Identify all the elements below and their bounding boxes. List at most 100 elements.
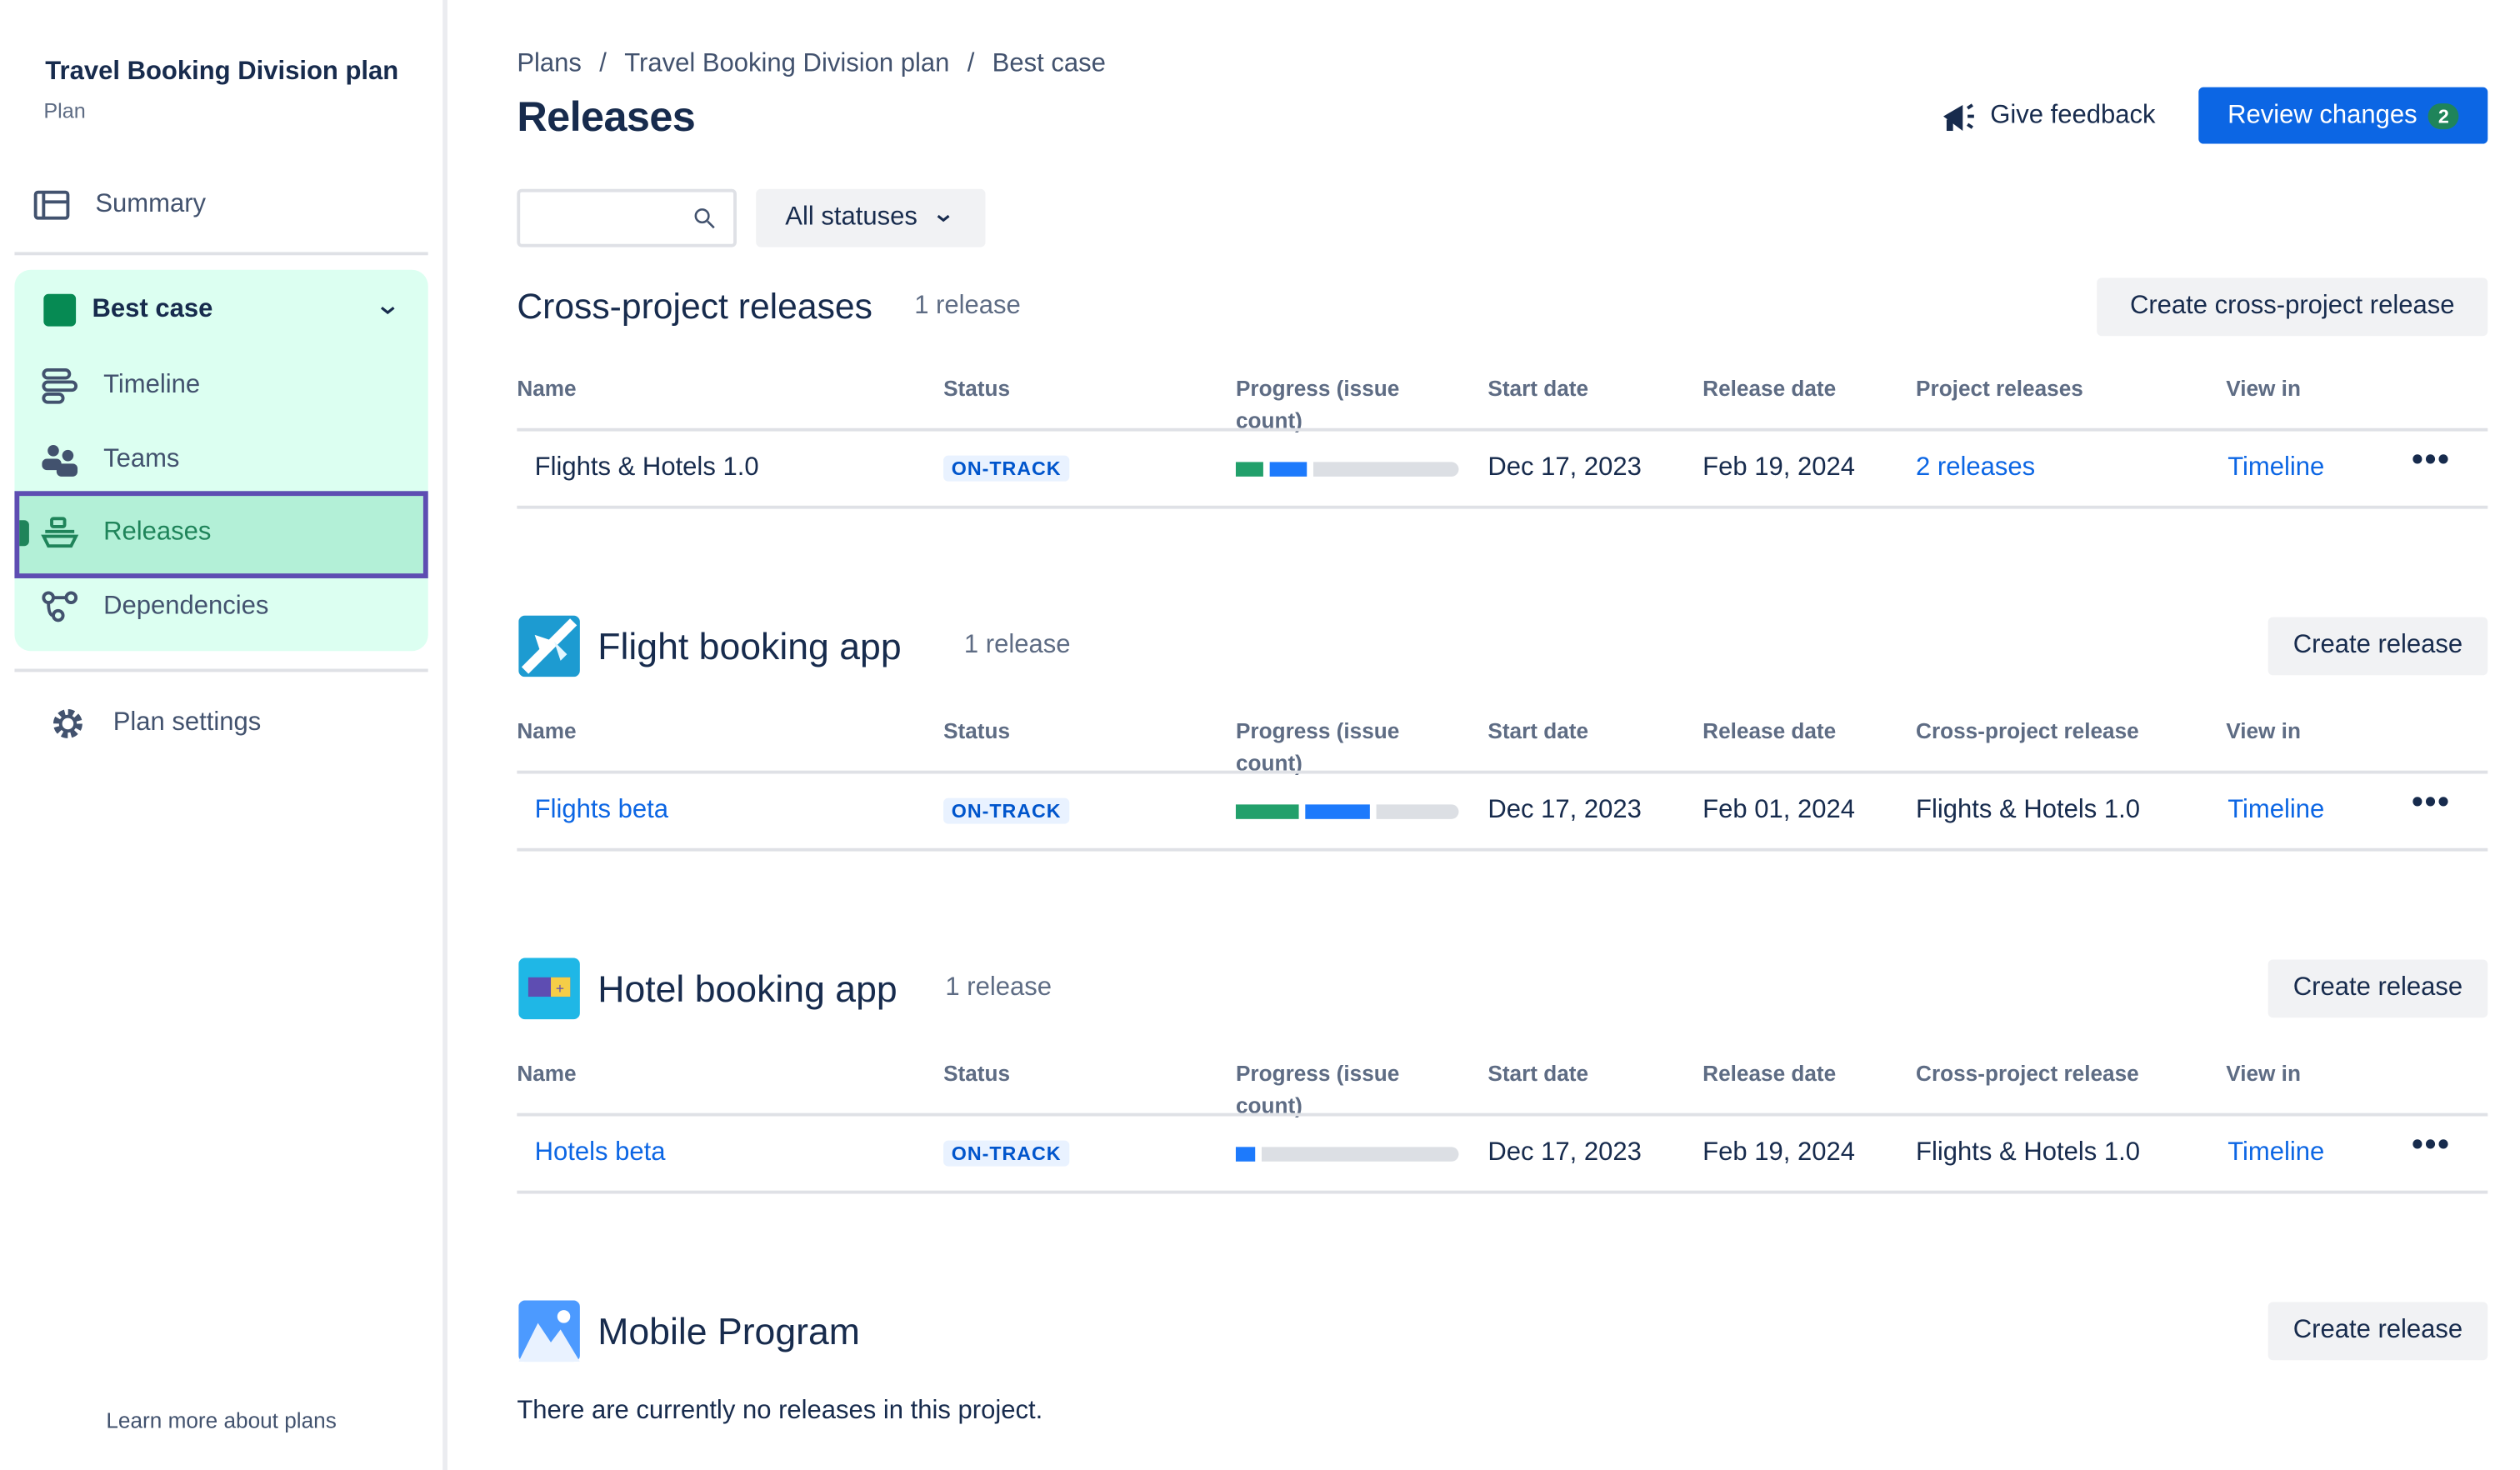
search-input[interactable]	[517, 188, 737, 248]
progress-bar	[1235, 804, 1459, 819]
column-header: Project releases	[1916, 376, 2083, 401]
svg-text:+: +	[556, 980, 564, 997]
start-date: Dec 17, 2023	[1488, 1138, 1642, 1167]
divider	[517, 428, 2488, 432]
sidebar-item-plan-settings[interactable]: Plan settings	[48, 704, 261, 743]
status-filter-dropdown[interactable]: All statuses	[756, 188, 986, 248]
breadcrumb: Plans / Travel Booking Division plan / B…	[517, 50, 1106, 79]
search-icon	[694, 208, 715, 229]
review-changes-label: Review changes	[2228, 101, 2418, 129]
review-count-badge: 2	[2428, 102, 2459, 129]
summary-icon	[33, 190, 70, 220]
divider	[517, 848, 2488, 852]
status-filter-label: All statuses	[785, 203, 918, 232]
sidebar-item-summary[interactable]: Summary	[32, 186, 206, 225]
create-release-button[interactable]: Create release	[2268, 1302, 2488, 1361]
release-date: Feb 01, 2024	[1702, 796, 1855, 824]
breadcrumb-scenario[interactable]: Best case	[992, 50, 1106, 79]
progress-todo	[1313, 462, 1459, 477]
project-title: Mobile Program	[598, 1310, 860, 1352]
divider	[14, 252, 428, 256]
column-header: Status	[943, 376, 1011, 401]
breadcrumb-separator: /	[967, 50, 975, 78]
sidebar: Travel Booking Division plan Plan Summar…	[0, 0, 448, 1470]
sidebar-item-label: Dependencies	[103, 592, 269, 621]
empty-state-message: There are currently no releases in this …	[517, 1397, 1043, 1425]
plan-title: Travel Booking Division plan	[45, 58, 399, 86]
release-name: Flights & Hotels 1.0	[534, 453, 759, 482]
start-date: Dec 17, 2023	[1488, 453, 1642, 482]
column-header: View in	[2226, 718, 2301, 743]
progress-done	[1235, 804, 1298, 819]
column-header: Cross-project release	[1916, 1061, 2139, 1086]
sidebar-item-label: Timeline	[103, 371, 201, 399]
ship-icon	[41, 517, 79, 548]
progress-bar	[1235, 462, 1459, 477]
release-count: 1 release	[963, 631, 1071, 659]
column-header: View in	[2226, 1061, 2301, 1086]
create-cross-project-release-button[interactable]: Create cross-project release	[2097, 278, 2488, 337]
project-title: Flight booking app	[598, 625, 902, 668]
create-release-button[interactable]: Create release	[2268, 959, 2488, 1018]
project-releases-link[interactable]: 2 releases	[1916, 454, 2035, 483]
cross-project-release: Flights & Hotels 1.0	[1916, 796, 2140, 824]
breadcrumb-plan[interactable]: Travel Booking Division plan	[624, 50, 949, 79]
release-date: Feb 19, 2024	[1702, 453, 1855, 482]
divider	[14, 668, 428, 672]
gear-icon	[52, 709, 82, 738]
give-feedback-button[interactable]: Give feedback	[1938, 97, 2156, 136]
chevron-down-icon	[937, 214, 950, 222]
status-badge: ON-TRACK	[943, 1140, 1070, 1167]
flight-app-icon	[518, 615, 580, 678]
progress-bar	[1235, 1147, 1459, 1162]
divider	[517, 505, 2488, 509]
scenario-label: Best case	[92, 295, 213, 323]
release-count: 1 release	[945, 973, 1052, 1002]
sidebar-item-label: Plan settings	[112, 709, 262, 737]
selected-indicator	[19, 520, 29, 547]
sidebar-item-dependencies[interactable]: Dependencies	[40, 588, 268, 628]
divider	[517, 770, 2488, 774]
sidebar-item-label: Releases	[103, 518, 212, 547]
sidebar-item-label: Teams	[103, 446, 180, 473]
more-actions-button[interactable]: •••	[2412, 442, 2451, 480]
view-in-timeline-link[interactable]: Timeline	[2228, 1139, 2324, 1168]
create-release-button[interactable]: Create release	[2268, 617, 2488, 676]
column-header: Status	[943, 718, 1011, 743]
status-badge: ON-TRACK	[943, 798, 1070, 824]
view-in-timeline-link[interactable]: Timeline	[2228, 797, 2324, 826]
divider	[517, 1190, 2488, 1194]
learn-more-link[interactable]: Learn more about plans	[0, 1408, 442, 1432]
dependencies-icon	[42, 591, 78, 622]
column-header: Name	[517, 718, 577, 743]
project-title: Hotel booking app	[598, 968, 898, 1010]
column-header: View in	[2226, 376, 2301, 401]
release-name[interactable]: Flights beta	[535, 797, 668, 826]
breadcrumb-separator: /	[599, 50, 607, 78]
progress-todo	[1375, 804, 1459, 819]
review-changes-button[interactable]: Review changes 2	[2198, 87, 2488, 144]
more-actions-button[interactable]: •••	[2412, 785, 2451, 822]
sidebar-item-releases[interactable]: Releases	[40, 513, 211, 552]
megaphone-icon	[1943, 103, 1974, 132]
start-date: Dec 17, 2023	[1488, 796, 1642, 824]
column-header: Name	[517, 1061, 577, 1086]
mobile-program-icon	[518, 1300, 580, 1362]
column-header: Name	[517, 376, 577, 401]
give-feedback-label: Give feedback	[1990, 102, 2156, 130]
breadcrumb-plans[interactable]: Plans	[517, 50, 582, 79]
release-date: Feb 19, 2024	[1702, 1138, 1855, 1167]
view-in-timeline-link[interactable]: Timeline	[2228, 454, 2324, 483]
cross-project-release: Flights & Hotels 1.0	[1916, 1138, 2140, 1167]
sidebar-item-timeline[interactable]: Timeline	[40, 367, 200, 406]
release-name[interactable]: Hotels beta	[535, 1139, 666, 1168]
sidebar-item-teams[interactable]: Teams	[40, 441, 179, 480]
status-badge: ON-TRACK	[943, 455, 1070, 482]
scenario-selector[interactable]: Best case	[43, 293, 402, 327]
sidebar-item-label: Summary	[95, 190, 207, 218]
section-title: Cross-project releases	[517, 286, 872, 327]
progress-todo	[1262, 1147, 1459, 1162]
more-actions-button[interactable]: •••	[2412, 1128, 2451, 1165]
divider	[517, 1112, 2488, 1117]
page-title: Releases	[517, 92, 696, 141]
